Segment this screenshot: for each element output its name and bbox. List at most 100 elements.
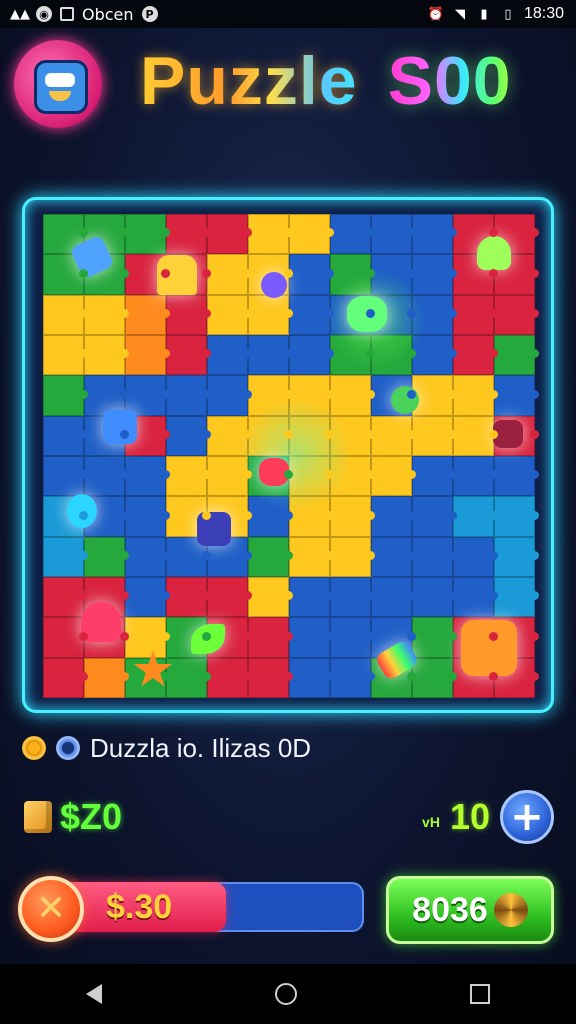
puzzle-piece[interactable] xyxy=(330,617,375,658)
puzzle-piece[interactable] xyxy=(371,214,416,255)
puzzle-piece[interactable] xyxy=(330,415,375,456)
puzzle-piece[interactable] xyxy=(494,455,539,497)
puzzle-piece[interactable] xyxy=(207,657,252,698)
puzzle-piece[interactable] xyxy=(453,455,498,497)
puzzle-piece[interactable] xyxy=(330,576,375,618)
puzzle-piece[interactable] xyxy=(125,617,170,658)
puzzle-piece[interactable] xyxy=(494,496,539,537)
puzzle-piece[interactable] xyxy=(289,294,334,335)
puzzle-piece[interactable] xyxy=(371,415,416,456)
puzzle-piece[interactable] xyxy=(330,455,375,497)
puzzle-piece[interactable] xyxy=(43,657,88,698)
puzzle-piece[interactable] xyxy=(371,536,416,577)
puzzle-piece[interactable] xyxy=(330,536,375,577)
puzzle-piece[interactable] xyxy=(84,294,129,335)
puzzle-piece[interactable] xyxy=(371,455,416,497)
puzzle-piece[interactable] xyxy=(166,214,211,255)
purple-piece-sticker[interactable] xyxy=(261,272,287,298)
puzzle-piece[interactable] xyxy=(43,334,88,376)
frog-sticker[interactable] xyxy=(391,386,419,414)
puzzle-piece[interactable] xyxy=(453,576,498,618)
puzzle-piece[interactable] xyxy=(207,214,252,255)
score-button[interactable]: 8036 xyxy=(386,876,554,944)
puzzle-piece[interactable] xyxy=(412,214,457,255)
blue-piece-sticker[interactable] xyxy=(103,410,137,444)
puzzle-piece[interactable] xyxy=(330,214,375,255)
puzzle-piece[interactable] xyxy=(412,536,457,577)
puzzle-piece[interactable] xyxy=(289,254,334,295)
puzzle-piece[interactable] xyxy=(453,496,498,537)
puzzle-piece[interactable] xyxy=(289,657,334,698)
puzzle-piece[interactable] xyxy=(43,576,88,618)
puzzle-piece[interactable] xyxy=(453,334,498,376)
green-monster-sticker[interactable] xyxy=(461,620,517,676)
home-icon[interactable] xyxy=(274,983,297,1005)
puzzle-piece[interactable] xyxy=(289,375,334,416)
add-lives-button[interactable]: + xyxy=(500,790,554,844)
puzzle-piece[interactable] xyxy=(289,415,334,456)
puzzle-piece[interactable] xyxy=(330,657,375,698)
puzzle-piece[interactable] xyxy=(453,415,498,456)
puzzle-piece[interactable] xyxy=(207,294,252,335)
puzzle-piece[interactable] xyxy=(289,334,334,376)
puzzle-board[interactable] xyxy=(22,197,554,713)
puzzle-piece[interactable] xyxy=(43,455,88,497)
puzzle-piece[interactable] xyxy=(453,375,498,416)
puzzle-piece[interactable] xyxy=(43,375,88,416)
puzzle-piece[interactable] xyxy=(371,334,416,376)
puzzle-piece[interactable] xyxy=(453,294,498,335)
puzzle-piece[interactable] xyxy=(494,576,539,618)
puzzle-piece[interactable] xyxy=(125,294,170,335)
puzzle-piece[interactable] xyxy=(330,375,375,416)
puzzle-piece[interactable] xyxy=(494,334,539,376)
monster-avatar-icon[interactable] xyxy=(14,40,102,128)
close-button[interactable]: ✕ xyxy=(18,876,84,942)
puzzle-piece[interactable] xyxy=(207,375,252,416)
puzzle-piece[interactable] xyxy=(289,496,334,537)
puzzle-piece[interactable] xyxy=(248,294,293,335)
puzzle-piece[interactable] xyxy=(248,536,293,577)
puzzle-piece[interactable] xyxy=(248,334,293,376)
puzzle-piece[interactable] xyxy=(248,415,293,456)
puzzle-piece[interactable] xyxy=(494,375,539,416)
puzzle-piece[interactable] xyxy=(166,657,211,698)
puzzle-piece[interactable] xyxy=(289,536,334,577)
puzzle-piece[interactable] xyxy=(289,617,334,658)
puzzle-piece[interactable] xyxy=(207,334,252,376)
puzzle-piece[interactable] xyxy=(166,334,211,376)
puzzle-piece[interactable] xyxy=(207,415,252,456)
puzzle-piece[interactable] xyxy=(412,576,457,618)
puzzle-piece[interactable] xyxy=(125,455,170,497)
puzzle-piece[interactable] xyxy=(412,294,457,335)
puzzle-piece[interactable] xyxy=(371,254,416,295)
puzzle-piece[interactable] xyxy=(248,496,293,537)
puzzle-piece[interactable] xyxy=(248,214,293,255)
puzzle-piece[interactable] xyxy=(494,294,539,335)
puzzle-piece[interactable] xyxy=(125,536,170,577)
puzzle-piece[interactable] xyxy=(289,214,334,255)
puzzle-piece[interactable] xyxy=(84,455,129,497)
puzzle-piece[interactable] xyxy=(289,576,334,618)
puzzle-piece[interactable] xyxy=(494,536,539,577)
puzzle-piece[interactable] xyxy=(207,576,252,618)
puzzle-piece[interactable] xyxy=(330,254,375,295)
puzzle-piece[interactable] xyxy=(453,536,498,577)
puzzle-piece[interactable] xyxy=(125,334,170,376)
puzzle-piece[interactable] xyxy=(412,496,457,537)
puzzle-piece[interactable] xyxy=(289,455,334,497)
puzzle-piece[interactable] xyxy=(125,576,170,618)
puzzle-piece[interactable] xyxy=(412,254,457,295)
puzzle-piece[interactable] xyxy=(166,415,211,456)
puzzle-piece[interactable] xyxy=(125,496,170,537)
puzzle-piece[interactable] xyxy=(412,334,457,376)
puzzle-piece[interactable] xyxy=(207,254,252,295)
puzzle-piece[interactable] xyxy=(412,455,457,497)
puzzle-piece[interactable] xyxy=(166,294,211,335)
bell-sticker[interactable] xyxy=(477,236,511,270)
puzzle-piece[interactable] xyxy=(207,455,252,497)
puzzle-piece[interactable] xyxy=(43,617,88,658)
recent-apps-icon[interactable] xyxy=(469,984,490,1004)
puzzle-piece[interactable] xyxy=(84,536,129,577)
puzzle-piece[interactable] xyxy=(330,334,375,376)
puzzle-piece[interactable] xyxy=(371,496,416,537)
